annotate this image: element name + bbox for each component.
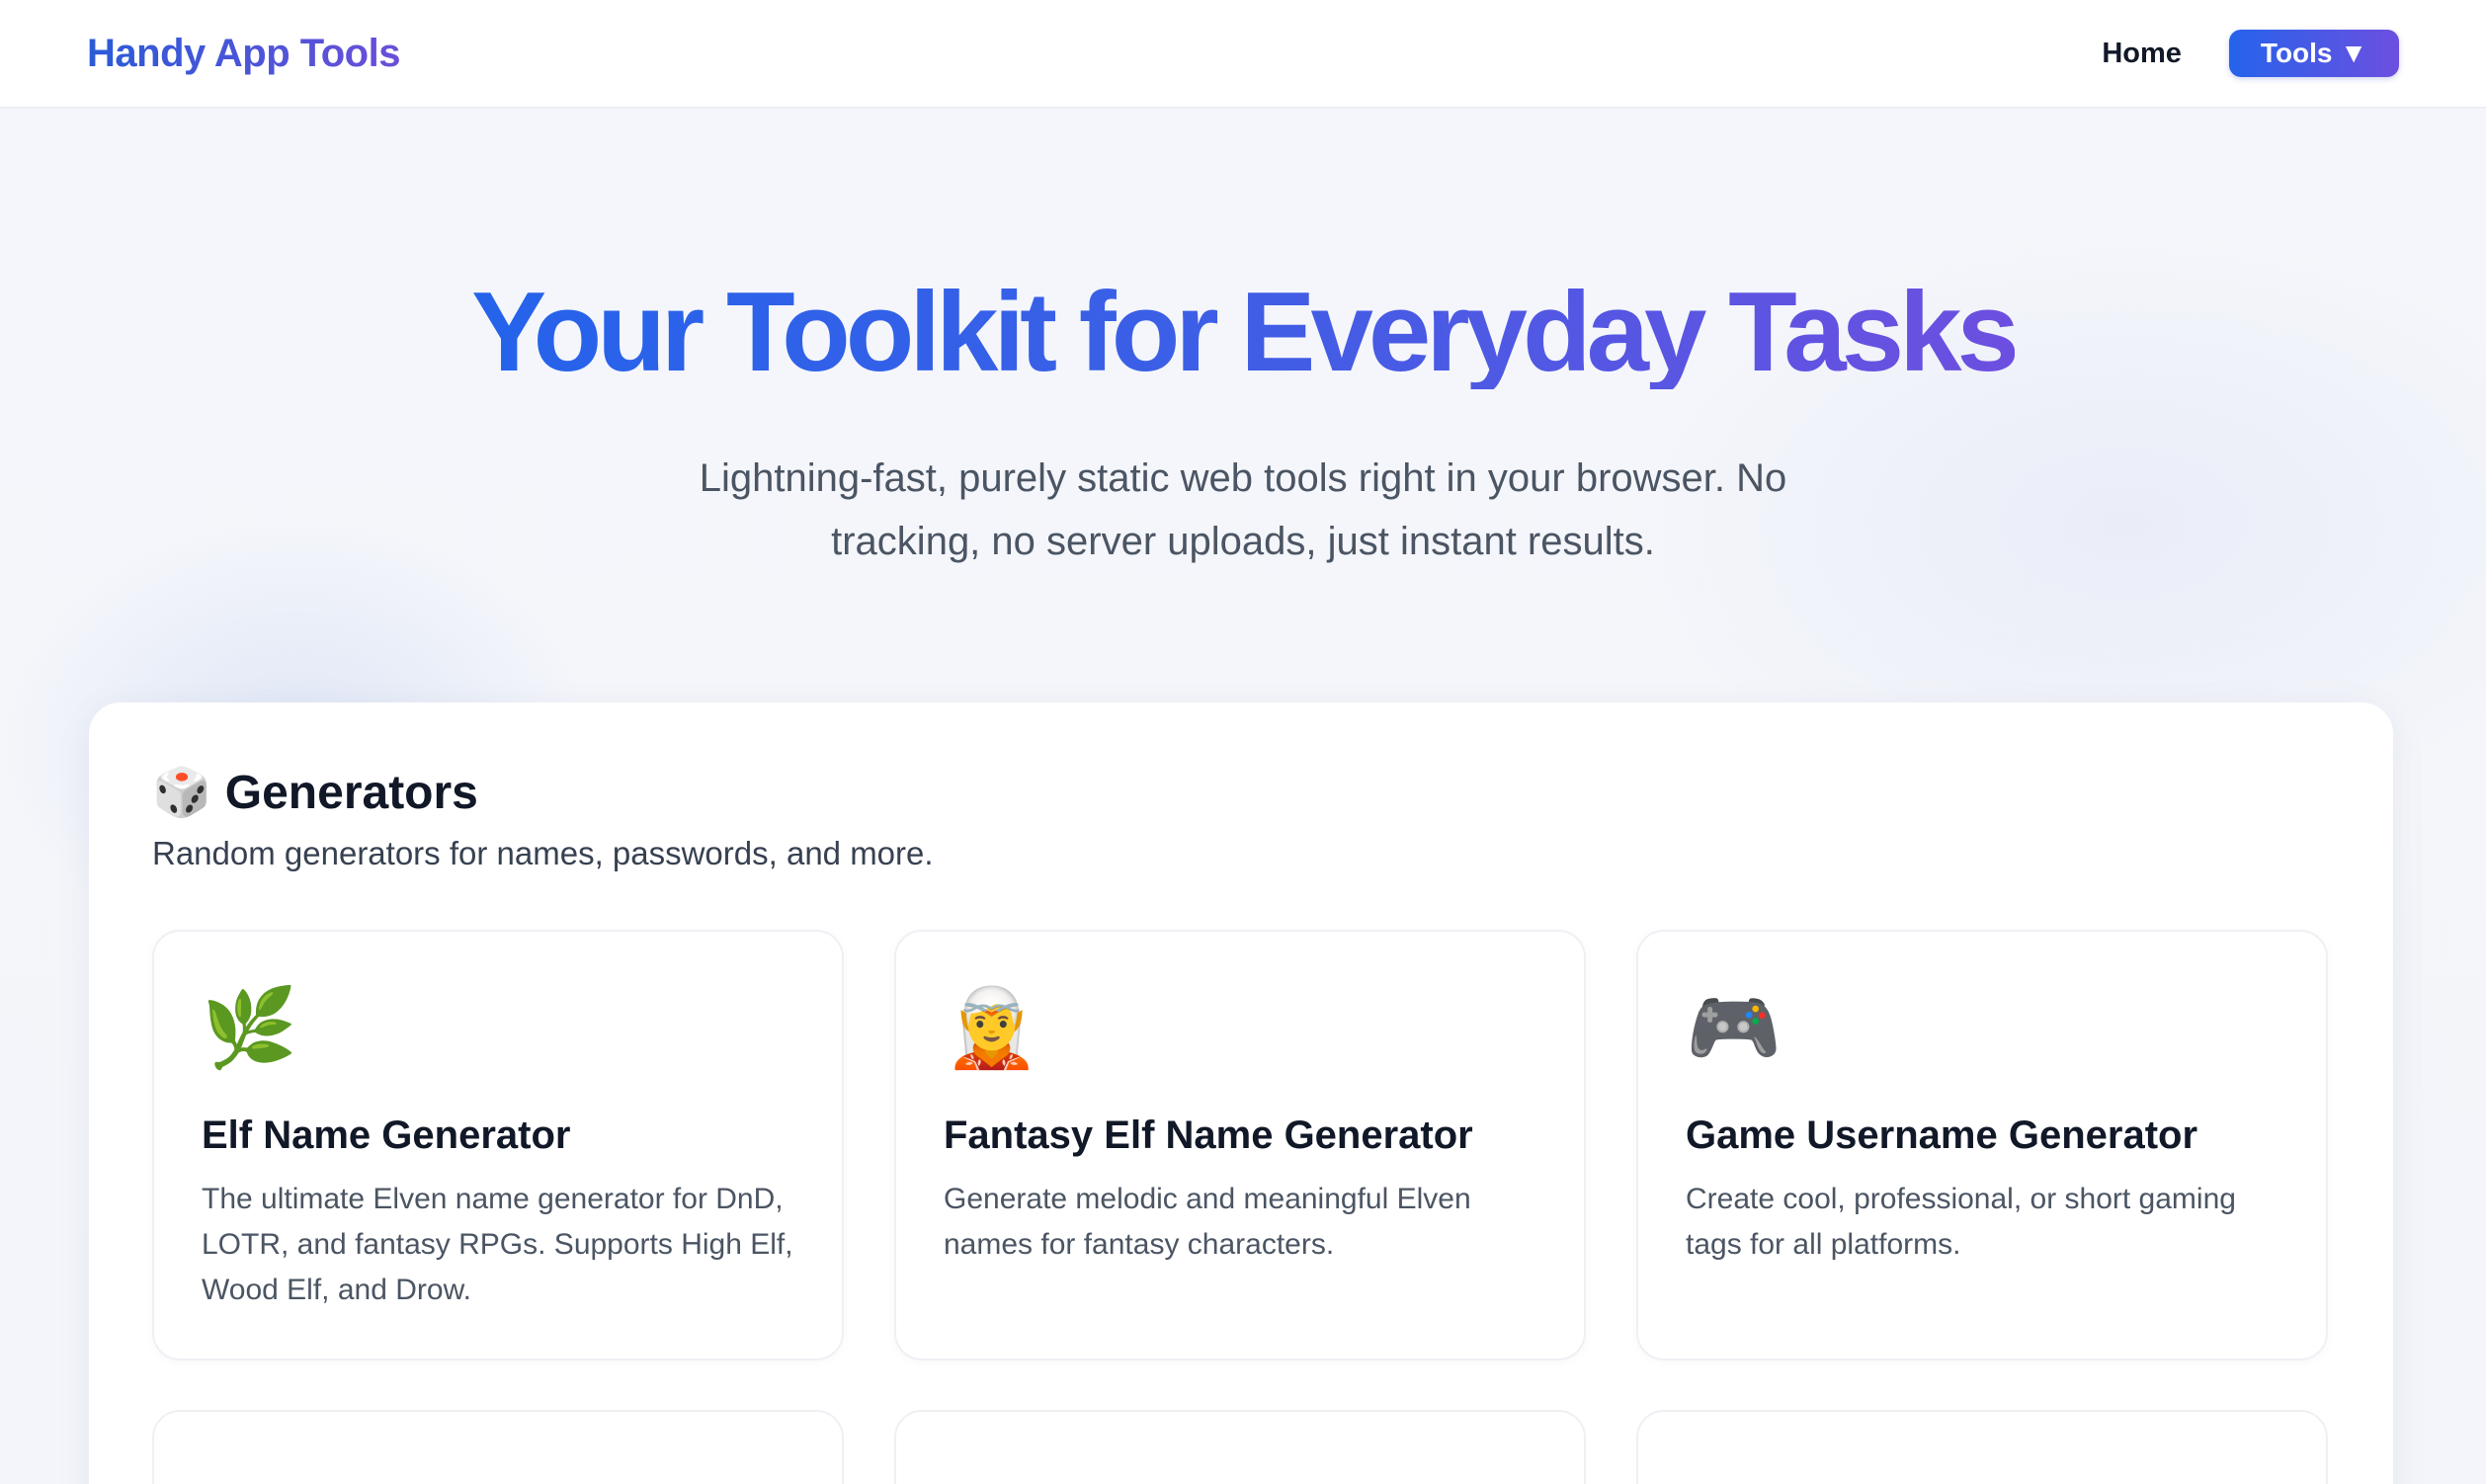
card-description: The ultimate Elven name generator for Dn… (202, 1183, 793, 1306)
tools-dropdown-button[interactable]: Tools ▼ (2228, 30, 2399, 77)
gamepad-icon: 🎮 (1686, 984, 1782, 1071)
section-description: Random generators for names, passwords, … (152, 835, 934, 871)
tool-card-partial[interactable] (1636, 1410, 2328, 1484)
hero-subtitle: Lightning-fast, purely static web tools … (699, 456, 1787, 563)
hero-section: Your Toolkit for Everyday Tasks Lightnin… (0, 109, 2486, 573)
card-description: Generate melodic and meaningful Elven na… (944, 1183, 1471, 1261)
nav-home-link[interactable]: Home (2102, 38, 2182, 70)
elf-icon: 🧝 (944, 984, 1040, 1071)
dice-icon: 🎲 (152, 766, 211, 819)
hero-title: Your Toolkit for Everyday Tasks (471, 270, 2020, 395)
tool-card-fantasy-elf-name-generator[interactable]: 🧝 Fantasy Elf Name Generator Generate me… (894, 930, 1586, 1360)
leaf-icon: 🌿 (202, 984, 298, 1071)
top-navbar: Handy App Tools Home Tools ▼ (0, 0, 2486, 109)
card-title: Fantasy Elf Name Generator (944, 1113, 1473, 1157)
section-title: Generators (224, 767, 478, 819)
generators-panel: 🎲 Generators Random generators for names… (89, 702, 2393, 1484)
tool-card-elf-name-generator[interactable]: 🌿 Elf Name Generator The ultimate Elven … (152, 930, 844, 1360)
card-description: Create cool, professional, or short gami… (1686, 1183, 2236, 1261)
card-title: Elf Name Generator (202, 1113, 571, 1157)
tool-card-game-username-generator[interactable]: 🎮 Game Username Generator Create cool, p… (1636, 930, 2328, 1360)
tool-card-partial[interactable] (894, 1410, 1586, 1484)
section-header: 🎲 Generators (152, 766, 478, 820)
nav-links: Home Tools ▼ (2102, 30, 2399, 77)
brand-logo[interactable]: Handy App Tools (87, 32, 400, 76)
card-title: Game Username Generator (1686, 1113, 2198, 1157)
tool-card-partial[interactable] (152, 1410, 844, 1484)
